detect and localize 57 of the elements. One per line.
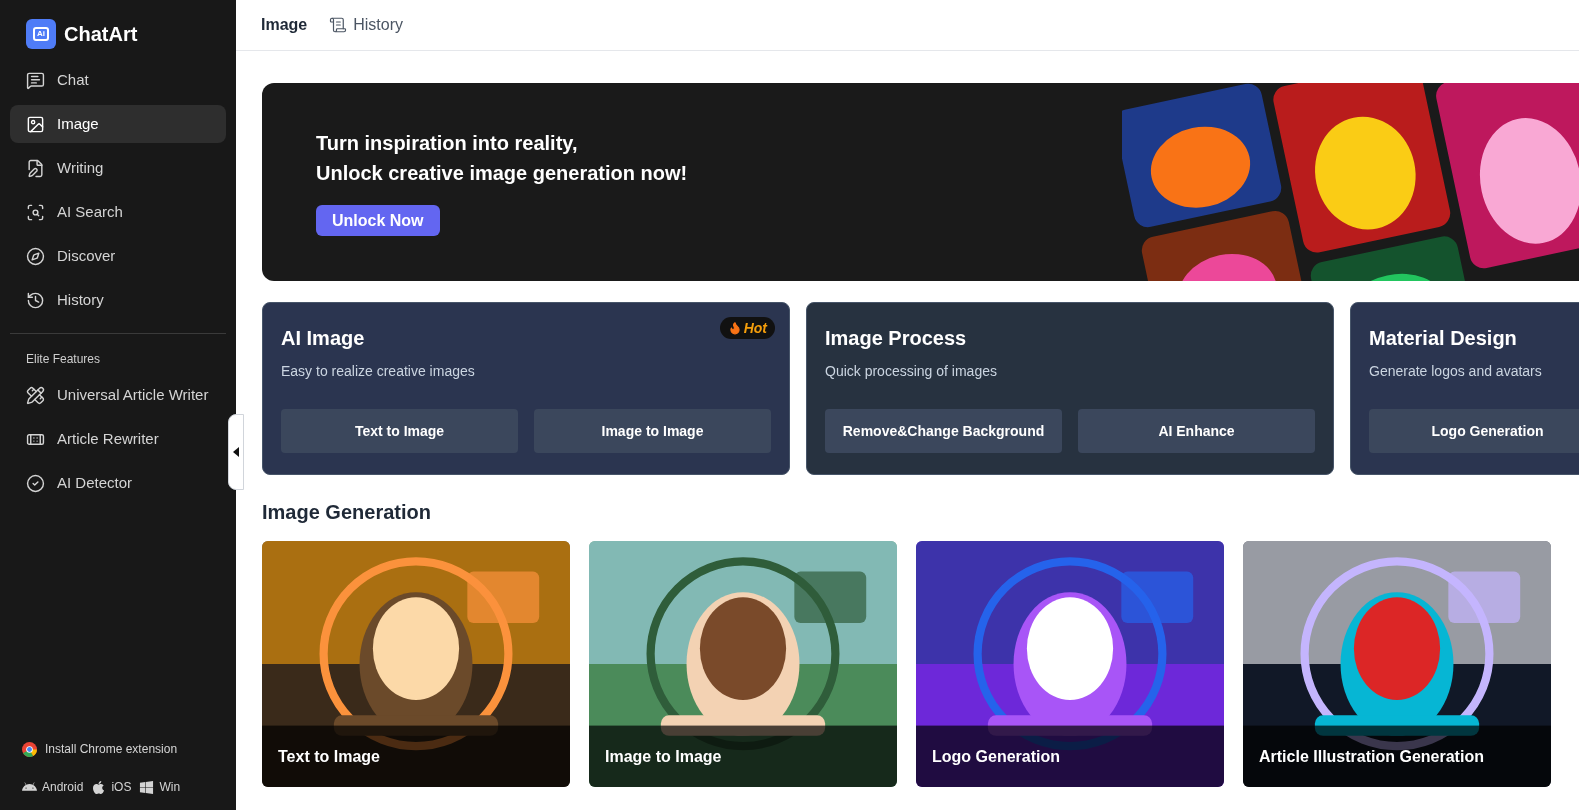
chat-bubble-icon bbox=[26, 70, 45, 90]
collapse-handle[interactable] bbox=[228, 414, 244, 490]
pencil-ruler-icon bbox=[26, 385, 45, 405]
flame-icon bbox=[727, 321, 742, 335]
nav-item[interactable]: AI Detector bbox=[10, 464, 226, 502]
history-icon bbox=[26, 290, 45, 310]
logo-text: ChatArt bbox=[64, 22, 138, 47]
apple-icon bbox=[91, 779, 107, 795]
extension-link[interactable]: Install Chrome extension bbox=[22, 740, 226, 758]
windows-icon bbox=[139, 779, 155, 795]
nav-item[interactable]: Article Rewriter bbox=[10, 420, 226, 458]
gallery-card[interactable]: Image to Image bbox=[589, 541, 897, 787]
unlock-button[interactable]: Unlock Now bbox=[316, 205, 440, 236]
nav-item[interactable]: History bbox=[10, 281, 226, 319]
tool-button[interactable]: Image to Image bbox=[534, 409, 771, 453]
search-icon bbox=[26, 202, 45, 222]
logo-mark: Ai bbox=[26, 19, 56, 49]
banner-headline: Turn inspiration into reality, bbox=[316, 131, 579, 156]
card-label: Image to Image bbox=[605, 747, 722, 767]
nav-item[interactable]: AI Search bbox=[10, 193, 226, 231]
card-title: Image Process bbox=[825, 326, 967, 351]
image-icon bbox=[26, 114, 45, 134]
section-title: Image Generation bbox=[262, 500, 432, 525]
nav-item[interactable]: Chat bbox=[10, 61, 226, 99]
tool-button[interactable]: Remove&Change Background bbox=[825, 409, 1062, 453]
card-subtitle: Generate logos and avatars bbox=[1369, 362, 1542, 381]
banner-headline: Unlock creative image generation now! bbox=[316, 161, 689, 186]
tool-button[interactable]: Text to Image bbox=[281, 409, 518, 453]
history-list-icon bbox=[329, 16, 348, 34]
nav-item[interactable]: Discover bbox=[10, 237, 226, 275]
gallery-card[interactable]: Logo Generation bbox=[916, 541, 1224, 787]
platform-link[interactable]: Win bbox=[139, 778, 181, 796]
platform-link[interactable]: Android bbox=[22, 778, 84, 796]
hot-badge: Hot bbox=[719, 317, 775, 339]
gallery-card[interactable]: Article Illustration Generation bbox=[1243, 541, 1551, 787]
nav-item[interactable]: Writing bbox=[10, 149, 226, 187]
card-label: Logo Generation bbox=[932, 747, 1060, 767]
check-circle-icon bbox=[26, 473, 45, 493]
nav-item[interactable]: Image bbox=[10, 105, 226, 143]
chrome-icon bbox=[22, 741, 37, 757]
caret-icon bbox=[233, 447, 239, 457]
compass-icon bbox=[26, 246, 45, 266]
tool-button[interactable]: AI Enhance bbox=[1078, 409, 1315, 453]
card-label: Article Illustration Generation bbox=[1259, 747, 1484, 767]
card-title: AI Image bbox=[281, 326, 365, 351]
section-label: Elite Features bbox=[25, 351, 102, 368]
nav-item[interactable]: Universal Article Writer bbox=[10, 376, 226, 414]
tool-button[interactable]: Logo Generation bbox=[1369, 409, 1579, 453]
card-subtitle: Quick processing of images bbox=[825, 362, 997, 381]
header-tab[interactable]: History bbox=[329, 13, 404, 37]
gallery-card[interactable]: Text to Image bbox=[262, 541, 570, 787]
card-label: Text to Image bbox=[278, 747, 380, 767]
header-tab[interactable]: Image bbox=[261, 13, 308, 37]
platform-link[interactable]: iOS bbox=[91, 778, 132, 796]
card-title: Material Design bbox=[1369, 326, 1517, 351]
document-pen-icon bbox=[26, 158, 45, 178]
card-subtitle: Easy to realize creative images bbox=[281, 362, 475, 381]
